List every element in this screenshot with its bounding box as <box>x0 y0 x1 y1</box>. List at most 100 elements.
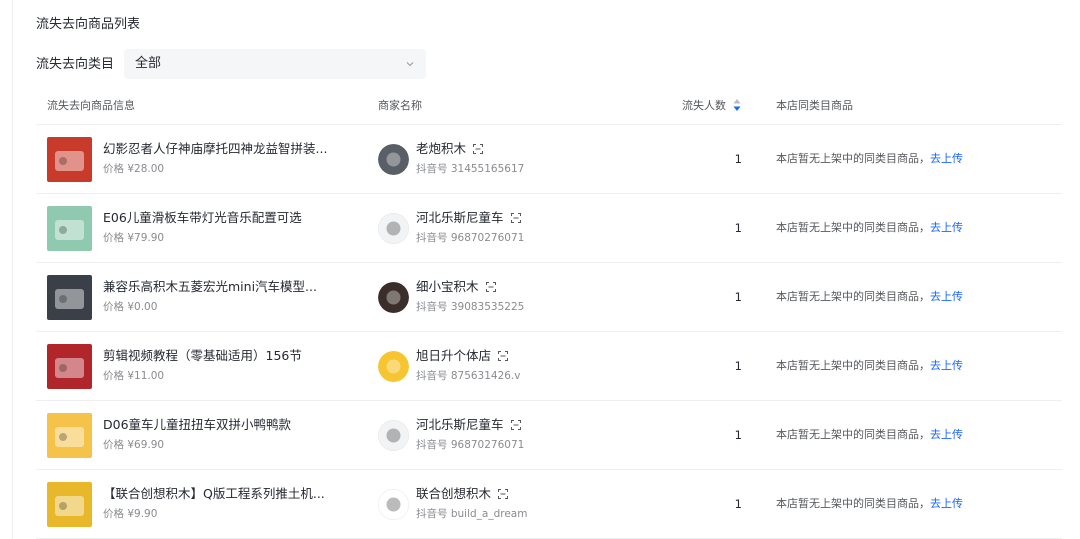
avatar-icon <box>378 420 409 451</box>
upload-link[interactable]: 去上传 <box>930 359 963 372</box>
shop-douyin-id: 抖音号 96870276071 <box>416 439 525 451</box>
section-title: 流失去向商品列表 <box>36 17 141 32</box>
shop-avatar <box>378 489 409 520</box>
same-category-text: 本店暂无上架中的同类目商品， <box>776 359 930 372</box>
shop-douyin-id: 抖音号 96870276071 <box>416 232 525 244</box>
shop-avatar <box>378 144 409 175</box>
copy-icon[interactable] <box>497 488 509 500</box>
shop-name-cell: 联合创想积木 <box>416 485 509 503</box>
shop-name[interactable]: 联合创想积木 <box>416 486 491 501</box>
product-image-icon <box>47 482 92 527</box>
product-price: 价格 ¥11.00 <box>103 370 165 382</box>
table-row: 幻影忍者人仔神庙摩托四神龙益智拼装... 价格 ¥28.00 老炮积木 抖音号 … <box>36 125 1062 194</box>
shop-douyin-id: 抖音号 31455165617 <box>416 163 525 175</box>
product-thumbnail[interactable] <box>47 137 92 182</box>
product-image-icon <box>47 344 92 389</box>
same-category-cell: 本店暂无上架中的同类目商品，去上传 <box>776 289 963 305</box>
same-category-cell: 本店暂无上架中的同类目商品，去上传 <box>776 220 963 236</box>
product-price: 价格 ¥28.00 <box>103 163 165 175</box>
thumbnail-dot <box>59 502 67 510</box>
product-thumbnail[interactable] <box>47 206 92 251</box>
thumbnail-dot <box>59 157 67 165</box>
same-category-text: 本店暂无上架中的同类目商品， <box>776 428 930 441</box>
column-header-lost-count[interactable]: 流失人数 <box>682 98 726 114</box>
lost-count: 1 <box>734 152 742 166</box>
sort-icon[interactable] <box>732 98 742 112</box>
avatar-mark <box>386 428 401 443</box>
table-row: D06童车儿童扭扭车双拼小鸭鸭款 价格 ¥69.90 河北乐斯尼童车 抖音号 9… <box>36 401 1062 470</box>
product-name[interactable]: D06童车儿童扭扭车双拼小鸭鸭款 <box>103 416 353 434</box>
upload-link[interactable]: 去上传 <box>930 290 963 303</box>
copy-icon[interactable] <box>472 143 484 155</box>
upload-link[interactable]: 去上传 <box>930 152 963 165</box>
copy-icon[interactable] <box>485 281 497 293</box>
product-name[interactable]: E06儿童滑板车带灯光音乐配置可选 <box>103 209 353 227</box>
thumbnail-dot <box>59 364 67 372</box>
shop-douyin-id: 抖音号 build_a_dream <box>416 508 528 520</box>
shop-douyin-id: 抖音号 875631426.v <box>416 370 521 382</box>
lost-count: 1 <box>734 290 742 304</box>
copy-icon[interactable] <box>510 419 522 431</box>
product-thumbnail[interactable] <box>47 482 92 527</box>
thumbnail-dot <box>59 226 67 234</box>
avatar-icon <box>378 282 409 313</box>
shop-name[interactable]: 老炮积木 <box>416 141 466 156</box>
same-category-text: 本店暂无上架中的同类目商品， <box>776 497 930 510</box>
table-row: 剪辑视频教程（零基础适用）156节 价格 ¥11.00 旭日升个体店 抖音号 8… <box>36 332 1062 401</box>
copy-icon[interactable] <box>497 350 509 362</box>
copy-icon[interactable] <box>510 212 522 224</box>
product-image-icon <box>47 413 92 458</box>
product-name[interactable]: 【联合创想积木】Q版工程系列推土机... <box>103 485 353 503</box>
product-thumbnail[interactable] <box>47 275 92 320</box>
product-price: 价格 ¥79.90 <box>103 232 165 244</box>
product-price: 价格 ¥9.90 <box>103 508 158 520</box>
product-thumbnail[interactable] <box>47 413 92 458</box>
shop-name[interactable]: 河北乐斯尼童车 <box>416 210 504 225</box>
shop-avatar <box>378 213 409 244</box>
shop-name-cell: 老炮积木 <box>416 140 484 158</box>
shop-name-cell: 河北乐斯尼童车 <box>416 209 522 227</box>
column-header-same-category: 本店同类目商品 <box>776 99 853 112</box>
shop-avatar <box>378 351 409 382</box>
product-price: 价格 ¥0.00 <box>103 301 158 313</box>
avatar-icon <box>378 213 409 244</box>
product-image-icon <box>47 206 92 251</box>
avatar-icon <box>378 144 409 175</box>
thumbnail-dot <box>59 295 67 303</box>
shop-avatar <box>378 420 409 451</box>
table-header: 流失去向商品信息 商家名称 流失人数 本店同类目商品 <box>36 88 1062 125</box>
avatar-icon <box>378 489 409 520</box>
product-thumbnail[interactable] <box>47 344 92 389</box>
shop-avatar <box>378 282 409 313</box>
shop-name[interactable]: 细小宝积木 <box>416 279 479 294</box>
product-image-icon <box>47 275 92 320</box>
same-category-text: 本店暂无上架中的同类目商品， <box>776 221 930 234</box>
shop-name-cell: 河北乐斯尼童车 <box>416 416 522 434</box>
thumbnail-dot <box>59 433 67 441</box>
table-row: 【联合创想积木】Q版工程系列推土机... 价格 ¥9.90 联合创想积木 抖音号… <box>36 470 1062 539</box>
avatar-mark <box>386 359 401 374</box>
product-name[interactable]: 兼容乐高积木五菱宏光mini汽车模型... <box>103 278 353 296</box>
same-category-cell: 本店暂无上架中的同类目商品，去上传 <box>776 496 963 512</box>
avatar-mark <box>386 497 401 512</box>
lost-count: 1 <box>734 359 742 373</box>
lost-count: 1 <box>734 221 742 235</box>
product-image-icon <box>47 137 92 182</box>
shop-name-cell: 细小宝积木 <box>416 278 497 296</box>
upload-link[interactable]: 去上传 <box>930 221 963 234</box>
shop-name[interactable]: 旭日升个体店 <box>416 348 491 363</box>
column-header-shop: 商家名称 <box>378 99 422 112</box>
shop-name-cell: 旭日升个体店 <box>416 347 509 365</box>
same-category-text: 本店暂无上架中的同类目商品， <box>776 290 930 303</box>
shop-name[interactable]: 河北乐斯尼童车 <box>416 417 504 432</box>
product-name[interactable]: 幻影忍者人仔神庙摩托四神龙益智拼装... <box>103 140 353 158</box>
category-select[interactable]: 全部 <box>124 49 426 79</box>
chevron-down-icon <box>406 62 414 67</box>
column-header-product: 流失去向商品信息 <box>47 99 135 112</box>
table-row: 兼容乐高积木五菱宏光mini汽车模型... 价格 ¥0.00 细小宝积木 抖音号… <box>36 263 1062 332</box>
upload-link[interactable]: 去上传 <box>930 428 963 441</box>
product-name[interactable]: 剪辑视频教程（零基础适用）156节 <box>103 347 353 365</box>
upload-link[interactable]: 去上传 <box>930 497 963 510</box>
lost-count: 1 <box>734 428 742 442</box>
avatar-mark <box>386 221 401 236</box>
